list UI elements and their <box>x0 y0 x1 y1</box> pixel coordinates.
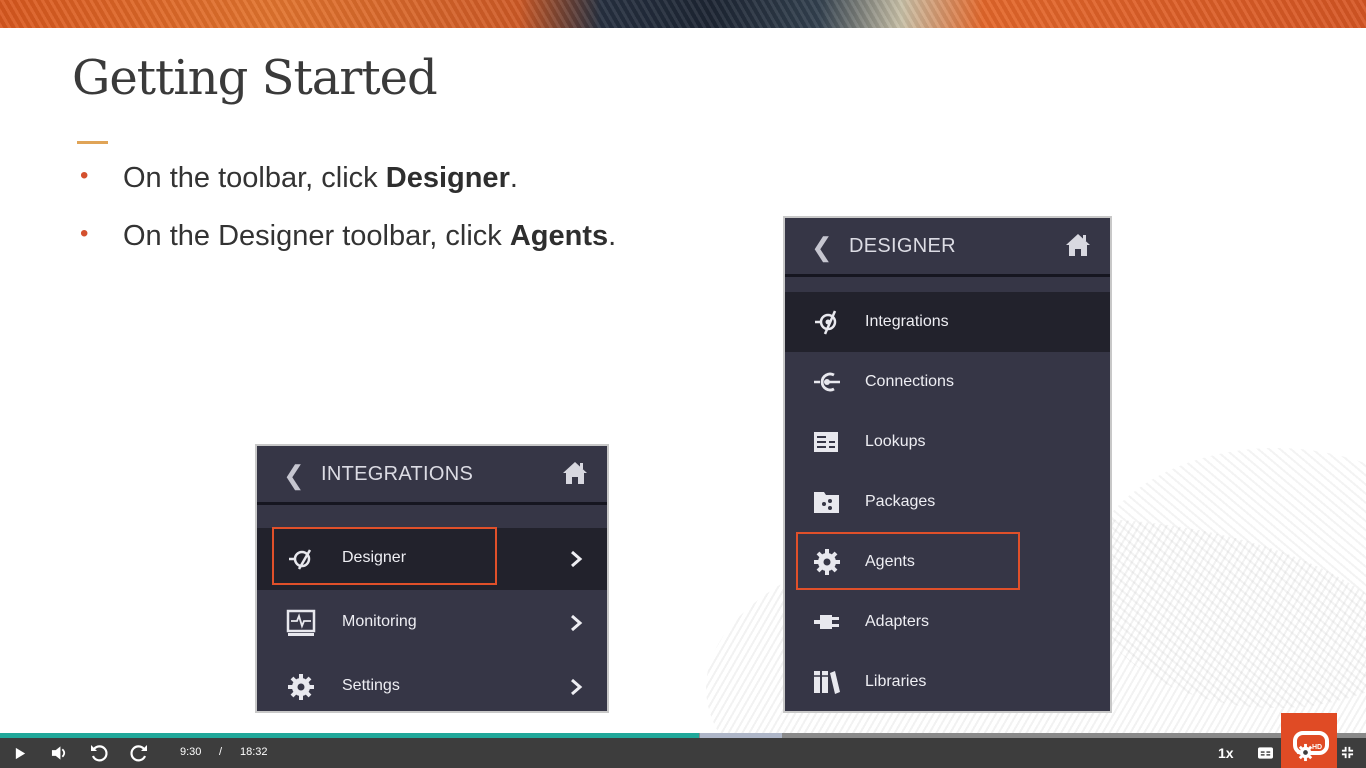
back-chevron-icon[interactable]: ❮ <box>811 232 833 263</box>
playback-speed-button[interactable]: 1x <box>1218 745 1234 761</box>
menu-item-libraries[interactable]: Libraries <box>785 652 1110 711</box>
panel-header: ❮ INTEGRATIONS <box>257 446 607 505</box>
player-controls: 9:30 / 18:32 1x <box>0 738 1366 768</box>
chevron-right-icon <box>571 614 583 632</box>
slide-banner <box>0 0 1366 28</box>
duration: 18:32 <box>240 746 268 758</box>
libraries-icon <box>814 671 840 694</box>
home-icon[interactable] <box>1064 231 1092 259</box>
designer-highlight-box <box>272 527 497 585</box>
panel-header: ❮ DESIGNER <box>785 218 1110 277</box>
bullet-list: • On the toolbar, click Designer. • On t… <box>80 160 616 276</box>
home-icon[interactable] <box>561 459 589 487</box>
integrations-icon <box>815 310 837 335</box>
bullet-item: • On the Designer toolbar, click Agents. <box>80 220 617 252</box>
menu-item-connections[interactable]: Connections <box>785 352 1110 412</box>
rewind-icon[interactable] <box>89 743 109 763</box>
bullet-item: • On the toolbar, click Designer. <box>80 162 518 194</box>
volume-icon[interactable] <box>51 745 68 761</box>
menu-item-adapters[interactable]: Adapters <box>785 592 1110 652</box>
connections-icon <box>814 372 840 392</box>
panel-title: INTEGRATIONS <box>321 463 474 485</box>
play-icon[interactable] <box>14 747 27 760</box>
menu-item-integrations[interactable]: Integrations <box>785 292 1110 352</box>
captions-icon[interactable] <box>1258 747 1273 759</box>
back-chevron-icon[interactable]: ❮ <box>283 460 305 491</box>
monitoring-icon <box>286 609 316 636</box>
designer-panel-screenshot: ❮ DESIGNER Integrations Connections Look… <box>783 216 1112 713</box>
lookups-icon <box>814 432 838 452</box>
bullet-bold: Designer <box>385 162 510 194</box>
packages-icon <box>814 492 839 513</box>
title-accent-bar <box>77 141 108 144</box>
forward-icon[interactable] <box>129 743 149 763</box>
menu-item-lookups[interactable]: Lookups <box>785 412 1110 472</box>
chevron-right-icon <box>571 550 583 568</box>
adapters-plug-icon <box>814 615 839 629</box>
agents-highlight-box <box>796 532 1020 590</box>
chevron-right-icon <box>571 678 583 696</box>
hd-badge: HD <box>1312 744 1323 751</box>
exit-fullscreen-icon[interactable] <box>1341 746 1354 759</box>
menu-item-monitoring[interactable]: Monitoring <box>257 592 607 654</box>
menu-item-packages[interactable]: Packages <box>785 472 1110 532</box>
panel-title: DESIGNER <box>849 235 956 257</box>
time-separator: / <box>219 746 223 758</box>
settings-gear-icon <box>288 674 314 700</box>
slide-title: Getting Started <box>72 50 438 106</box>
bullet-bold: Agents <box>509 220 609 252</box>
current-time: 9:30 <box>180 746 202 758</box>
menu-item-settings[interactable]: Settings <box>257 656 607 711</box>
